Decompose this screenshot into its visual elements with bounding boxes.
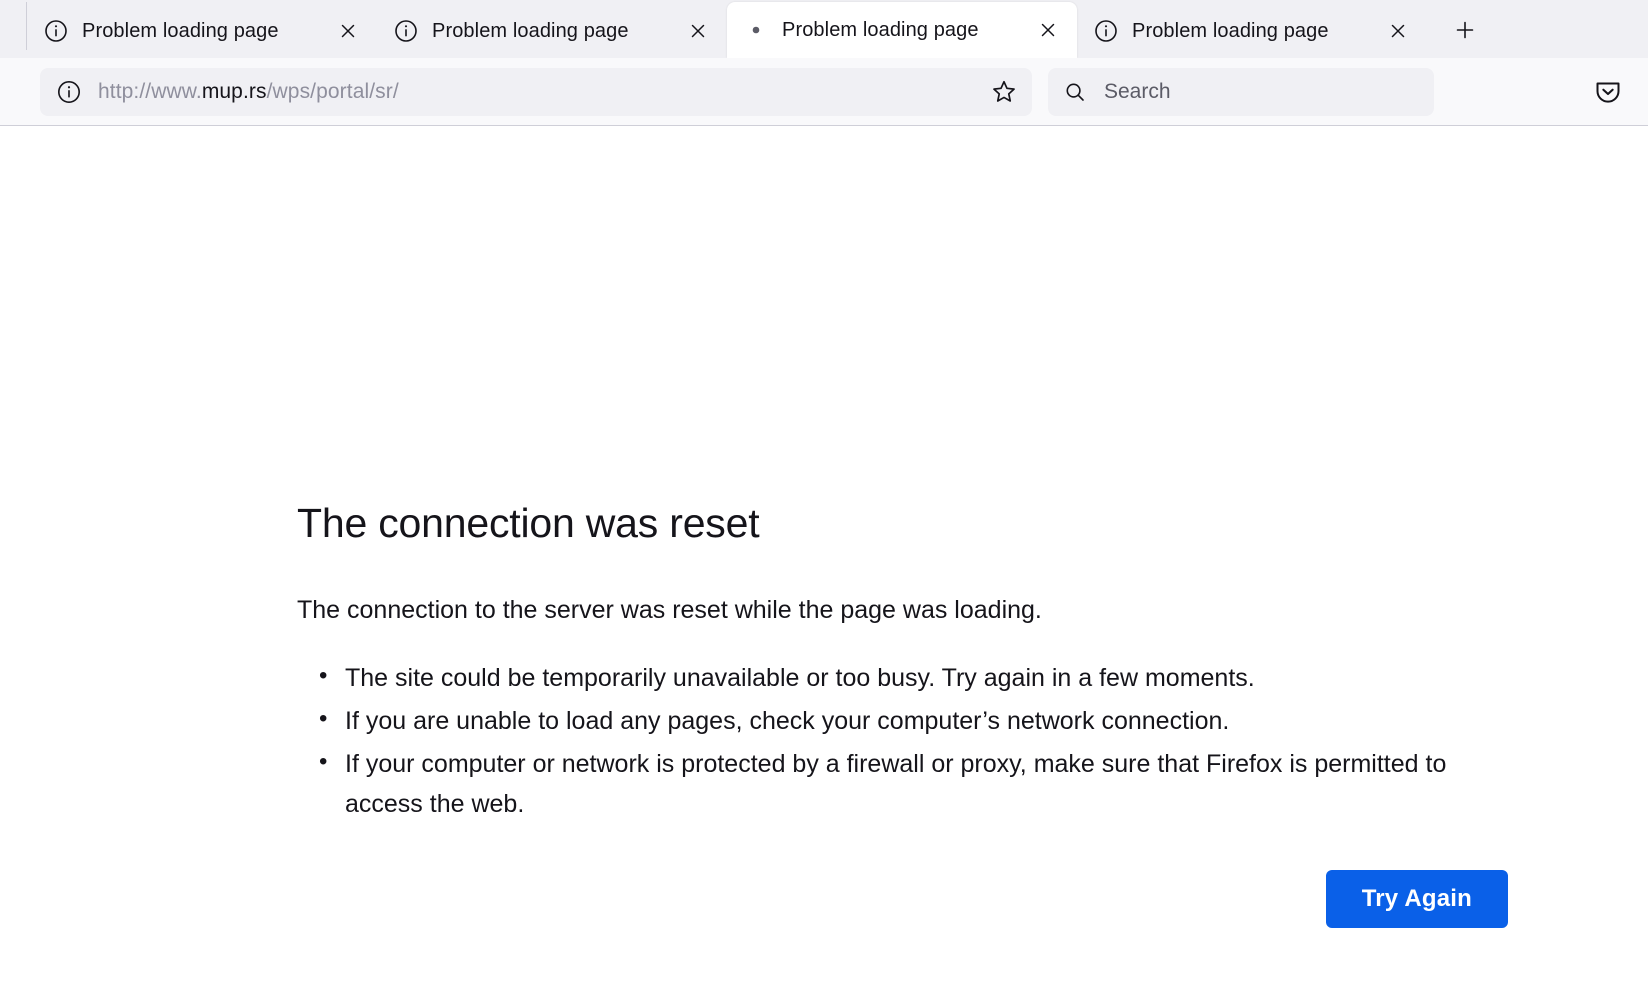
error-description: The connection to the server was reset w… xyxy=(297,596,1042,625)
search-bar[interactable]: Search xyxy=(1048,67,1434,116)
plus-icon xyxy=(1456,21,1474,39)
browser-window: Problem loading page Problem loading pag… xyxy=(0,0,1648,1008)
list-item: If your computer or network is protected… xyxy=(319,743,1512,824)
tab-strip: Problem loading page Problem loading pag… xyxy=(0,0,1487,58)
tab-close-button[interactable] xyxy=(1381,14,1415,48)
info-circle-icon[interactable] xyxy=(54,77,84,107)
page-title: The connection was reset xyxy=(297,500,760,546)
browser-tab-2[interactable]: Problem loading page xyxy=(377,4,727,58)
navigation-toolbar: http://www.mup.rs/wps/portal/sr/ Search xyxy=(0,58,1648,126)
list-item: If you are unable to load any pages, che… xyxy=(319,700,1512,741)
star-icon[interactable] xyxy=(986,74,1022,110)
tab-title: Problem loading page xyxy=(432,19,629,42)
new-tab-button[interactable] xyxy=(1443,8,1487,52)
tab-title: Problem loading page xyxy=(782,18,979,41)
tab-bar: Problem loading page Problem loading pag… xyxy=(0,0,1648,58)
tab-title: Problem loading page xyxy=(82,19,279,42)
address-bar[interactable]: http://www.mup.rs/wps/portal/sr/ xyxy=(40,67,1032,116)
address-bar-value: http://www.mup.rs/wps/portal/sr/ xyxy=(98,80,986,104)
error-suggestion-list: The site could be temporarily unavailabl… xyxy=(297,657,1512,824)
browser-tab-3-active[interactable]: Problem loading page xyxy=(727,2,1077,58)
error-actions: Try Again xyxy=(297,870,1512,928)
url-path: /wps/portal/sr/ xyxy=(266,79,399,103)
magnifier-icon xyxy=(1062,79,1088,105)
tab-close-button[interactable] xyxy=(681,14,715,48)
loading-dot-icon xyxy=(743,17,769,43)
url-prefix: http://www. xyxy=(98,79,202,103)
page-content: The connection was reset The connection … xyxy=(0,126,1648,1008)
pocket-icon[interactable] xyxy=(1588,72,1628,112)
tab-title: Problem loading page xyxy=(1132,19,1329,42)
search-input[interactable]: Search xyxy=(1104,80,1420,104)
list-item: The site could be temporarily unavailabl… xyxy=(319,657,1512,698)
tab-close-button[interactable] xyxy=(331,14,365,48)
browser-tab-1[interactable]: Problem loading page xyxy=(27,4,377,58)
info-circle-icon xyxy=(393,18,419,44)
browser-tab-4[interactable]: Problem loading page xyxy=(1077,4,1427,58)
url-host: mup.rs xyxy=(201,79,267,103)
try-again-button[interactable]: Try Again xyxy=(1325,870,1508,928)
info-circle-icon xyxy=(1093,18,1119,44)
network-error-page: The connection was reset The connection … xyxy=(297,498,1512,928)
tab-close-button[interactable] xyxy=(1031,13,1065,47)
info-circle-icon xyxy=(43,18,69,44)
